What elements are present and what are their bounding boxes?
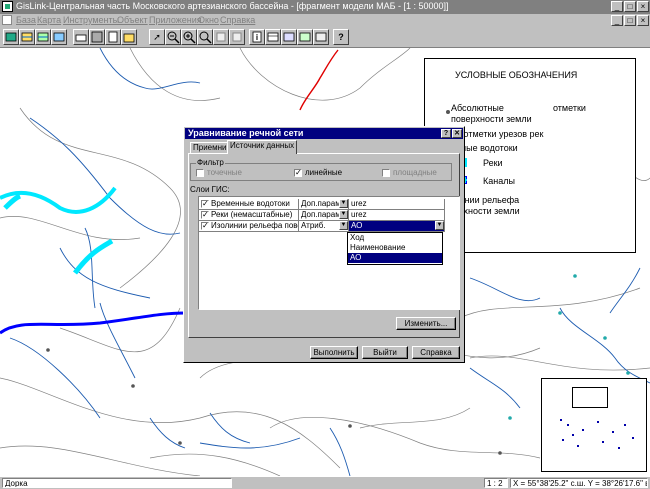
dialog-titlebar: Уравнивание речной сети ? ✕ [185, 128, 463, 139]
status-coordinates: X = 55°38'25.2" с.ш. Y = 38°26'17.6" в.д [510, 478, 648, 488]
window-titlebar: GisLink-Центральная часть Московского ар… [0, 0, 650, 14]
db-icon[interactable] [3, 29, 19, 45]
line-checkbox[interactable]: ✓ [294, 169, 302, 177]
row-checkbox[interactable]: ✓ [201, 210, 209, 219]
layers2-icon[interactable] [35, 29, 51, 45]
list-item[interactable]: Наименование [348, 243, 442, 253]
info-icon[interactable]: i [249, 29, 265, 45]
table2-icon[interactable] [281, 29, 297, 45]
window-title: GisLink-Центральная часть Московского ар… [16, 1, 449, 11]
line-label: линейные [305, 168, 343, 177]
dialog-help-icon[interactable]: ? [441, 129, 451, 138]
app-icon [2, 1, 13, 12]
menu-window[interactable]: Окно [198, 15, 219, 25]
area-checkbox[interactable] [382, 169, 390, 177]
row-param-select[interactable]: Доп.парам. ▼ [299, 199, 349, 210]
run-button[interactable]: Выполнить [310, 346, 358, 359]
doc-restore-icon[interactable]: □ [624, 15, 636, 26]
menu-help[interactable]: Справка [220, 15, 255, 25]
list-item[interactable]: Ход [348, 233, 442, 243]
map-icon[interactable] [297, 29, 313, 45]
help-icon[interactable]: ? [333, 29, 349, 45]
dialog-close-icon[interactable]: ✕ [452, 129, 462, 138]
menu-bar: База Карта Инструменты Объект Приложения… [0, 14, 650, 27]
chevron-down-icon[interactable]: ▼ [435, 221, 444, 230]
doc-minimize-icon[interactable]: _ [611, 15, 623, 26]
save-icon[interactable] [89, 29, 105, 45]
table-row[interactable]: ✓ Временные водотоки [199, 199, 299, 210]
document-icon[interactable] [2, 15, 12, 25]
filter-label: Фильтр [196, 158, 225, 167]
status-scale: 1 : 2 [484, 478, 508, 488]
row-checkbox[interactable]: ✓ [201, 221, 209, 230]
svg-text:i: i [256, 33, 258, 42]
legend-abs-1: Абсолютные [451, 103, 504, 113]
row-value: АО [351, 221, 363, 230]
zoom-out-icon[interactable] [165, 29, 181, 45]
status-bar: Дорка 1 : 2 X = 55°38'25.2" с.ш. Y = 38°… [0, 476, 650, 489]
row-name: Изолинии рельефа поверх [211, 221, 298, 230]
close-icon[interactable]: × [637, 1, 649, 12]
gis-layers-label: Слои ГИС: [190, 185, 230, 194]
row-value-selected[interactable]: АО ▼ [349, 221, 445, 232]
menu-apps[interactable]: Приложения [149, 15, 202, 25]
row-param-select[interactable]: Атриб. ▼ [299, 221, 349, 232]
maximize-icon[interactable]: □ [624, 1, 636, 12]
print-icon[interactable] [73, 29, 89, 45]
minimize-icon[interactable]: _ [611, 1, 623, 12]
table-row[interactable]: ✓ Реки (немасштабные) [199, 210, 299, 221]
menu-base[interactable]: База [16, 15, 36, 25]
doc-close-icon[interactable]: × [637, 15, 649, 26]
menu-tools[interactable]: Инструменты [63, 15, 119, 25]
list-item-selected[interactable]: АО [348, 253, 442, 263]
chevron-down-icon[interactable]: ▼ [339, 210, 348, 219]
zoom-in-icon[interactable] [181, 29, 197, 45]
row-value[interactable]: urez [349, 199, 445, 210]
row-param-select[interactable]: Доп.парам. ▼ [299, 210, 349, 221]
dialog-title: Уравнивание речной сети [188, 128, 304, 138]
chevron-down-icon[interactable]: ▼ [339, 199, 348, 208]
river-network-dialog: Уравнивание речной сети ? ✕ Приемник Ист… [183, 126, 465, 363]
row-checkbox[interactable]: ✓ [201, 199, 209, 208]
legend-canals: Каналы [483, 176, 515, 186]
zoom-window-icon[interactable] [197, 29, 213, 45]
chevron-down-icon[interactable]: ▼ [339, 221, 348, 230]
fill-icon[interactable] [51, 29, 67, 45]
menu-map[interactable]: Карта [37, 15, 61, 25]
point-label: точечные [207, 168, 242, 177]
table-row[interactable]: ✓Изолинии рельефа поверх [199, 221, 299, 232]
row-param: Доп.парам. [301, 199, 343, 208]
row-param: Атриб. [301, 221, 326, 230]
layers3-icon[interactable] [313, 29, 329, 45]
legend-title: УСЛОВНЫЕ ОБОЗНАЧЕНИЯ [455, 70, 578, 80]
legend-abs-2: отметки [553, 103, 586, 113]
row-value[interactable]: urez [349, 210, 445, 221]
row-name: Реки (немасштабные) [211, 210, 293, 219]
copy-icon[interactable] [213, 29, 229, 45]
grid-icon[interactable] [229, 29, 245, 45]
attribute-dropdown-list[interactable]: Ход Наименование АО [347, 232, 443, 265]
overview-dots [560, 419, 634, 449]
row-param: Доп.парам. [301, 210, 343, 219]
open-icon[interactable] [121, 29, 137, 45]
overview-map[interactable] [541, 378, 647, 472]
area-label: площадные [393, 168, 437, 177]
help-button[interactable]: Справка [412, 346, 460, 359]
legend-rivers: Реки [483, 158, 503, 168]
pointer-icon[interactable]: ➚ [149, 29, 165, 45]
point-checkbox[interactable] [196, 169, 204, 177]
change-button[interactable]: Изменить... [396, 317, 456, 330]
menu-object[interactable]: Объект [117, 15, 148, 25]
row-name: Временные водотоки [211, 199, 290, 208]
tab-source[interactable]: Источник данных [227, 140, 298, 154]
doc-icon[interactable] [105, 29, 121, 45]
legend-abs-3: поверхности земли [451, 114, 532, 124]
status-layer: Дорка [2, 478, 232, 488]
layers-icon[interactable] [19, 29, 35, 45]
table-icon[interactable] [265, 29, 281, 45]
exit-button[interactable]: Выйти [362, 346, 408, 359]
